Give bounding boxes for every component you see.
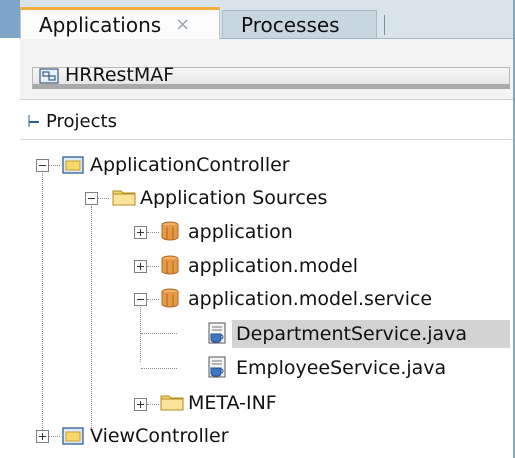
project-folder-icon xyxy=(62,156,84,174)
close-icon[interactable]: × xyxy=(175,14,190,35)
window-edge xyxy=(0,0,20,458)
tree-item-label[interactable]: Application Sources xyxy=(140,187,327,209)
tab-processes-label: Processes xyxy=(241,12,340,37)
application-name: HRRestMAF xyxy=(65,64,175,86)
tree-item-label[interactable]: ViewController xyxy=(90,425,229,447)
expand-toggle-icon[interactable] xyxy=(134,226,147,239)
java-class-icon xyxy=(208,322,226,344)
tab-bar: Applications × Processes xyxy=(20,0,513,39)
tab-applications[interactable]: Applications × xyxy=(20,7,220,39)
package-icon xyxy=(161,255,179,275)
tree-item-label[interactable]: application.model xyxy=(188,255,358,277)
tab-processes[interactable]: Processes xyxy=(222,10,377,38)
collapse-toggle-icon[interactable] xyxy=(36,159,49,172)
collapse-icon[interactable] xyxy=(26,113,42,129)
package-icon xyxy=(161,221,179,241)
package-icon xyxy=(161,288,179,308)
application-icon xyxy=(39,68,59,84)
expand-toggle-icon[interactable] xyxy=(36,430,49,443)
tree-item-label[interactable]: DepartmentService.java xyxy=(236,323,467,345)
tab-separator xyxy=(384,15,385,35)
application-selector[interactable]: HRRestMAF xyxy=(32,64,510,89)
folder-icon xyxy=(112,190,136,206)
expand-toggle-icon[interactable] xyxy=(134,398,147,411)
tab-applications-label: Applications xyxy=(39,12,162,37)
java-class-icon xyxy=(208,356,226,378)
projects-header[interactable]: Projects xyxy=(20,103,513,140)
projects-title: Projects xyxy=(46,110,117,132)
expand-toggle-icon[interactable] xyxy=(134,260,147,273)
project-folder-icon xyxy=(62,427,84,445)
tree-item-label[interactable]: ApplicationController xyxy=(90,154,290,176)
tree-item-label[interactable]: META-INF xyxy=(188,392,277,414)
tree-item-label[interactable]: application.model.service xyxy=(188,288,432,310)
folder-icon xyxy=(160,395,184,411)
collapse-toggle-icon[interactable] xyxy=(134,293,147,306)
collapse-toggle-icon[interactable] xyxy=(85,192,98,205)
tree-item-label[interactable]: EmployeeService.java xyxy=(236,357,446,379)
tree-item-label[interactable]: application xyxy=(188,221,293,243)
project-tree: ApplicationController Application Source… xyxy=(20,140,513,458)
application-toolbar: HRRestMAF xyxy=(20,39,513,100)
